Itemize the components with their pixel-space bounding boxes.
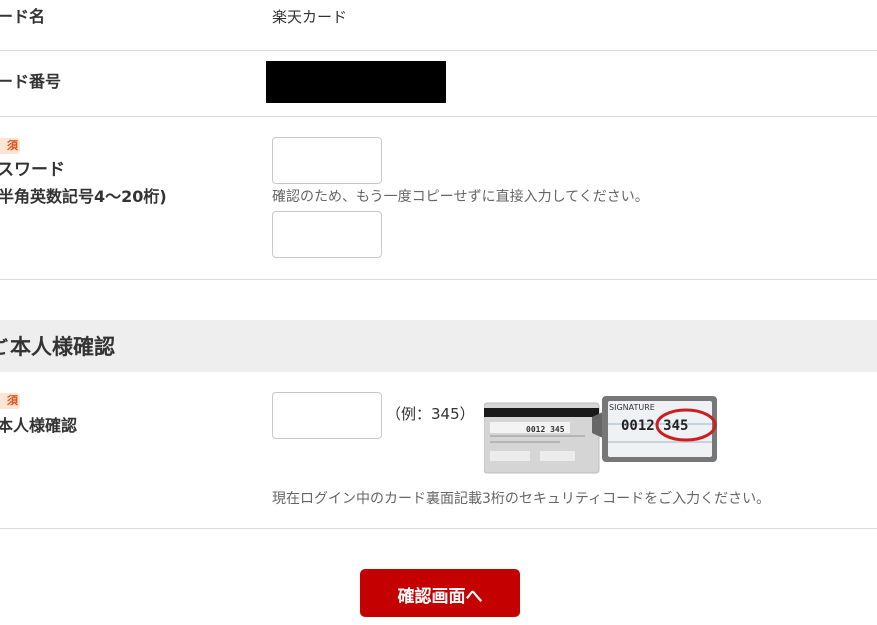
password-requirement: 半角英数記号4〜20桁) [0,187,167,206]
card-back-illustration: 0012 345 SIGNATURE 0012 345 [483,395,719,475]
confirm-button[interactable]: 確認画面へ [360,569,520,617]
card-signature-text: SIGNATURE [609,403,655,412]
card-code-small: 0012 345 [526,425,565,434]
required-badge: 須 [0,138,20,154]
security-code-input[interactable] [272,392,382,439]
card-name-label: ード名 [0,7,46,26]
card-number-label: ード番号 [0,72,62,91]
password-confirm-hint: 確認のため、もう一度コピーせずに直接入力してください。 [272,189,649,205]
password-input[interactable] [272,137,382,184]
card-number-masked [266,61,446,103]
divider [0,279,877,280]
divider [0,528,877,529]
card-code-large: 0012 345 [621,418,688,434]
identity-label: 本人様確認 [0,416,78,435]
card-name-value: 楽天カード [272,8,348,26]
divider [0,50,877,51]
section-title: ご本人様確認 [0,335,115,359]
section-header [0,320,877,372]
security-code-hint: 現在ログイン中のカード裏面記載3桁のセキュリティコードをご入力ください。 [272,491,771,507]
password-confirm-input[interactable] [272,211,382,258]
required-badge: 須 [0,393,20,409]
security-code-example: （例：345） [386,405,475,423]
password-label: スワード [0,160,65,180]
divider [0,116,877,117]
